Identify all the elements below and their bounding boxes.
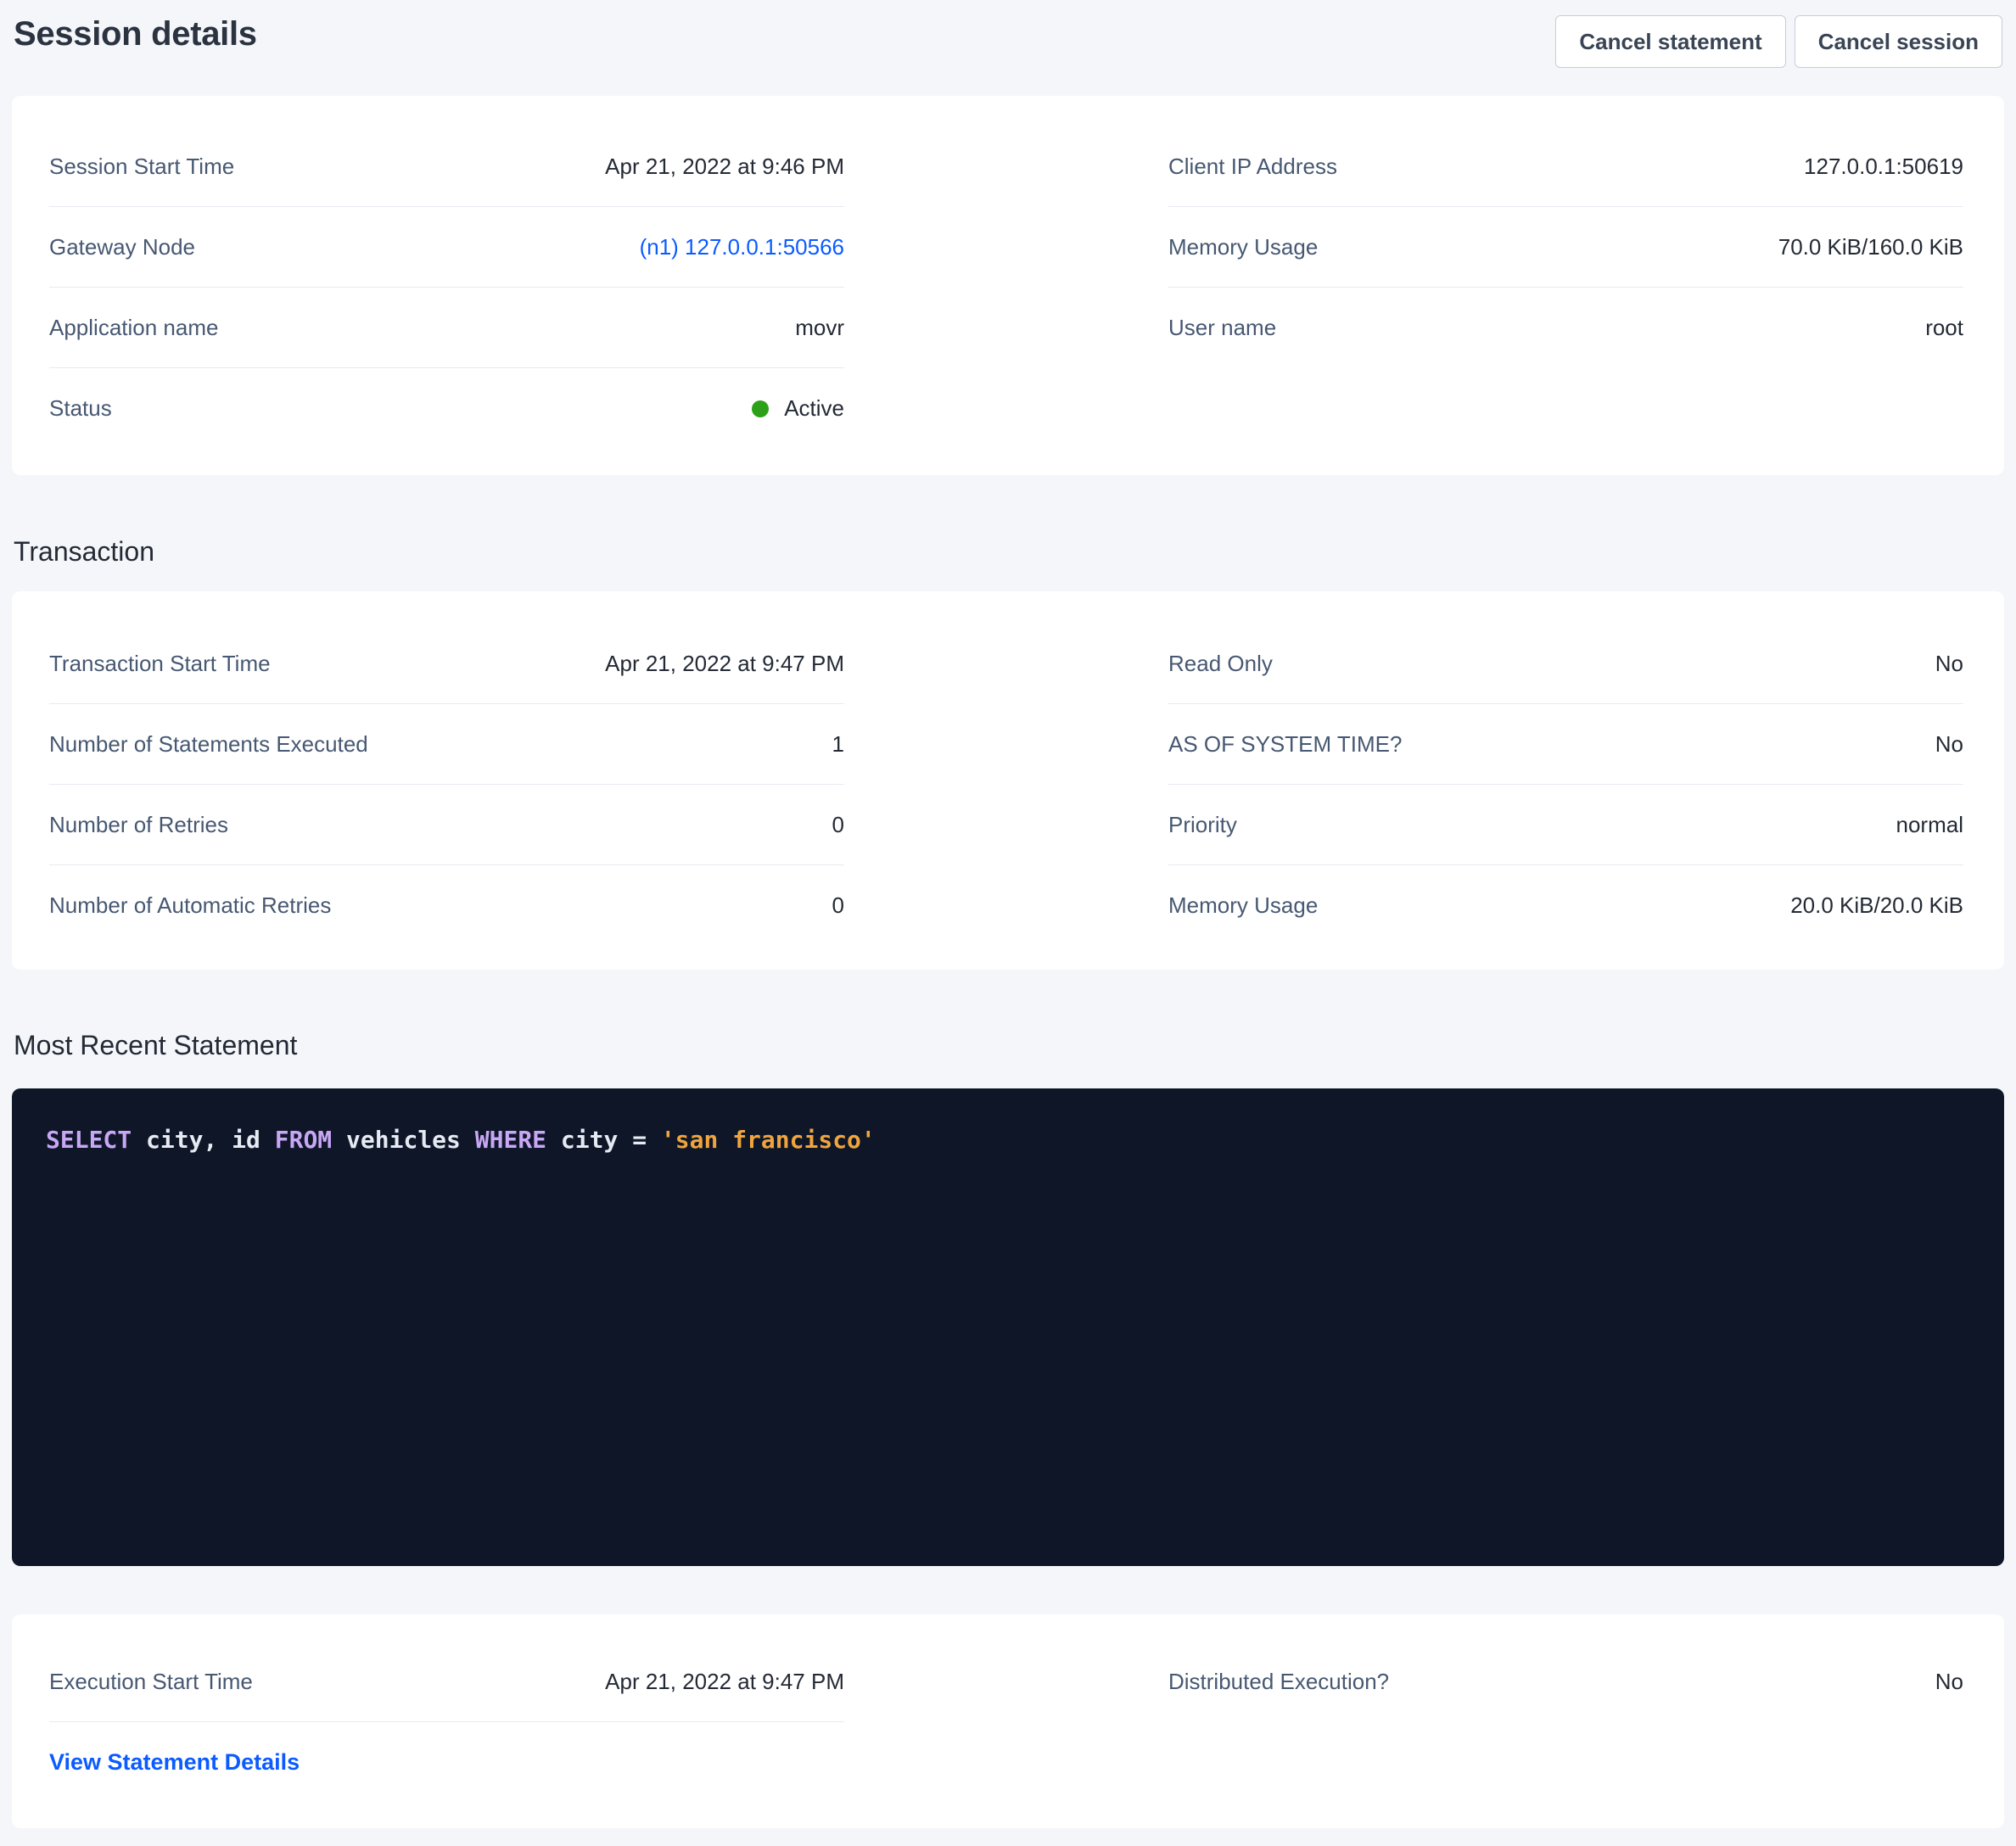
sql-text: vehicles <box>332 1126 475 1154</box>
cancel-session-button[interactable]: Cancel session <box>1795 15 2002 68</box>
gateway-node-link[interactable]: (n1) 127.0.0.1:50566 <box>640 234 844 260</box>
session-start-time-value: Apr 21, 2022 at 9:46 PM <box>605 154 844 180</box>
sql-keyword: WHERE <box>475 1126 546 1154</box>
statement-section-heading: Most Recent Statement <box>14 1025 2016 1066</box>
user-name-value: root <box>1925 315 1963 341</box>
view-statement-details-link[interactable]: View Statement Details <box>49 1749 300 1776</box>
priority-label: Priority <box>1168 812 1237 838</box>
session-start-time-label: Session Start Time <box>49 154 234 180</box>
transaction-start-time-label: Transaction Start Time <box>49 651 271 677</box>
session-memory-usage-label: Memory Usage <box>1168 234 1318 260</box>
statements-executed-value: 1 <box>832 731 844 758</box>
client-ip-value: 127.0.0.1:50619 <box>1804 154 1963 180</box>
gateway-node-label: Gateway Node <box>49 234 195 260</box>
transaction-card-left-column: Transaction Start Time Apr 21, 2022 at 9… <box>49 624 844 946</box>
read-only-value: No <box>1935 651 1963 677</box>
application-name-value: movr <box>795 315 844 341</box>
as-of-system-time-label: AS OF SYSTEM TIME? <box>1168 731 1402 758</box>
session-memory-usage-value: 70.0 KiB/160.0 KiB <box>1778 234 1963 260</box>
execution-card-right-column: Distributed Execution? No <box>1168 1642 1963 1803</box>
automatic-retries-row: Number of Automatic Retries 0 <box>49 865 844 946</box>
automatic-retries-label: Number of Automatic Retries <box>49 892 331 919</box>
view-statement-details-row: View Statement Details <box>49 1722 844 1803</box>
application-name-label: Application name <box>49 315 218 341</box>
distributed-execution-row: Distributed Execution? No <box>1168 1642 1963 1722</box>
status-row: Status Active <box>49 368 844 449</box>
read-only-label: Read Only <box>1168 651 1273 677</box>
sql-text: city = <box>546 1126 661 1154</box>
status-value: Active <box>752 395 844 422</box>
transaction-section-heading: Transaction <box>14 531 2016 572</box>
as-of-system-time-value: No <box>1935 731 1963 758</box>
session-card-right-column: Client IP Address 127.0.0.1:50619 Memory… <box>1168 126 1963 449</box>
status-text: Active <box>784 395 844 422</box>
execution-card: Execution Start Time Apr 21, 2022 at 9:4… <box>12 1614 2004 1828</box>
execution-start-time-value: Apr 21, 2022 at 9:47 PM <box>605 1669 844 1695</box>
session-memory-usage-row: Memory Usage 70.0 KiB/160.0 KiB <box>1168 207 1963 288</box>
status-label: Status <box>49 395 112 422</box>
transaction-start-time-value: Apr 21, 2022 at 9:47 PM <box>605 651 844 677</box>
number-of-retries-row: Number of Retries 0 <box>49 785 844 865</box>
number-of-retries-label: Number of Retries <box>49 812 228 838</box>
transaction-card: Transaction Start Time Apr 21, 2022 at 9… <box>12 591 2004 970</box>
sql-text: city, id <box>132 1126 275 1154</box>
priority-value: normal <box>1896 812 1963 838</box>
session-start-time-row: Session Start Time Apr 21, 2022 at 9:46 … <box>49 126 844 207</box>
client-ip-label: Client IP Address <box>1168 154 1337 180</box>
session-details-card: Session Start Time Apr 21, 2022 at 9:46 … <box>12 96 2004 475</box>
number-of-retries-value: 0 <box>832 812 844 838</box>
sql-statement-box: SELECT city, id FROM vehicles WHERE city… <box>12 1088 2004 1566</box>
read-only-row: Read Only No <box>1168 624 1963 704</box>
transaction-memory-usage-row: Memory Usage 20.0 KiB/20.0 KiB <box>1168 865 1963 946</box>
execution-start-time-label: Execution Start Time <box>49 1669 253 1695</box>
sql-string-literal: 'san francisco' <box>661 1126 876 1154</box>
statements-executed-row: Number of Statements Executed 1 <box>49 704 844 785</box>
cancel-statement-button[interactable]: Cancel statement <box>1555 15 1785 68</box>
application-name-row: Application name movr <box>49 288 844 368</box>
transaction-memory-usage-value: 20.0 KiB/20.0 KiB <box>1790 892 1963 919</box>
automatic-retries-value: 0 <box>832 892 844 919</box>
priority-row: Priority normal <box>1168 785 1963 865</box>
client-ip-row: Client IP Address 127.0.0.1:50619 <box>1168 126 1963 207</box>
gateway-node-row: Gateway Node (n1) 127.0.0.1:50566 <box>49 207 844 288</box>
transaction-memory-usage-label: Memory Usage <box>1168 892 1318 919</box>
session-card-left-column: Session Start Time Apr 21, 2022 at 9:46 … <box>49 126 844 449</box>
page-header: Session details Cancel statement Cancel … <box>0 0 2016 84</box>
sql-keyword: FROM <box>275 1126 332 1154</box>
header-actions: Cancel statement Cancel session <box>1555 15 2002 68</box>
distributed-execution-label: Distributed Execution? <box>1168 1669 1389 1695</box>
transaction-card-right-column: Read Only No AS OF SYSTEM TIME? No Prior… <box>1168 624 1963 946</box>
status-active-dot-icon <box>752 400 769 417</box>
statements-executed-label: Number of Statements Executed <box>49 731 368 758</box>
execution-card-left-column: Execution Start Time Apr 21, 2022 at 9:4… <box>49 1642 844 1803</box>
page-title: Session details <box>14 15 257 53</box>
transaction-start-time-row: Transaction Start Time Apr 21, 2022 at 9… <box>49 624 844 704</box>
user-name-row: User name root <box>1168 288 1963 368</box>
sql-keyword: SELECT <box>46 1126 132 1154</box>
user-name-label: User name <box>1168 315 1276 341</box>
distributed-execution-value: No <box>1935 1669 1963 1695</box>
execution-start-time-row: Execution Start Time Apr 21, 2022 at 9:4… <box>49 1642 844 1722</box>
as-of-system-time-row: AS OF SYSTEM TIME? No <box>1168 704 1963 785</box>
